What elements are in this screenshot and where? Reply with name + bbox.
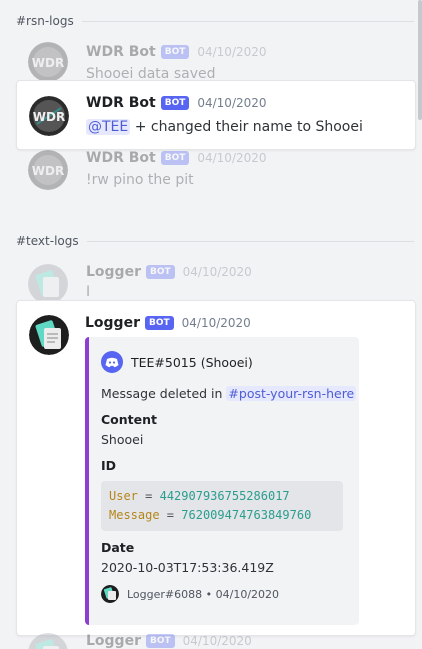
scrollbar[interactable] [418,0,422,120]
message-logger-2[interactable]: Logger BOT 04/10/2020 TEE#5015 (Shooei) … [16,300,416,636]
user-mention[interactable]: @TEE [86,119,131,135]
logger-avatar[interactable] [28,264,68,304]
timestamp: 04/10/2020 [197,45,267,59]
message-content: !rw pino the pit [86,172,194,188]
channel-divider-text-logs: #text-logs [16,234,414,248]
discord-icon [101,351,123,373]
embed-field-id-label: ID [101,458,117,473]
username[interactable]: Logger [86,633,141,649]
timestamp: 04/10/2020 [181,316,251,330]
bot-tag: BOT [160,96,190,110]
svg-text:WDR: WDR [32,56,64,70]
timestamp: 04/10/2020 [197,151,267,165]
embed-author: TEE#5015 (Shooei) [101,351,253,373]
channel-name-label: #rsn-logs [16,14,74,28]
channel-divider-rsn-logs: #rsn-logs [16,14,414,28]
embed-field-content-label: Content [101,412,157,427]
wdr-bot-avatar[interactable]: WDR [29,96,69,136]
message-wdr-2[interactable]: WDR WDR Bot BOT 04/10/2020 @TEE + change… [16,80,416,150]
wdr-bot-avatar[interactable]: WDR [28,42,68,82]
code-key-message: Message [109,508,160,522]
embed-field-content-value: Shooei [101,432,144,447]
message-content: @TEE + changed their name to Shooei [86,119,363,135]
channel-name-label: #text-logs [16,234,79,248]
message-logger-1[interactable]: Logger BOT 04/10/2020 I [16,264,416,304]
svg-text:WDR: WDR [33,110,65,124]
timestamp: 04/10/2020 [197,96,267,110]
code-value-message: 762009474763849760 [181,508,312,522]
channel-mention[interactable]: #post-your-rsn-here [226,386,357,401]
embed-author-name[interactable]: TEE#5015 (Shooei) [131,355,253,370]
embed-field-date-value: 2020-10-03T17:53:36.419Z [101,560,274,575]
bot-tag: BOT [145,265,175,279]
username[interactable]: WDR Bot [86,95,156,111]
embed-field-date-label: Date [101,540,135,555]
bot-tag: BOT [144,316,174,330]
message-wdr-1[interactable]: WDR WDR Bot BOT 04/10/2020 Shooei data s… [16,42,416,82]
timestamp: 04/10/2020 [182,634,252,648]
username[interactable]: Logger [86,264,141,280]
logger-footer-icon [101,585,119,603]
message-logger-3[interactable]: Logger BOT 04/10/2020 [16,633,416,649]
username[interactable]: WDR Bot [86,44,156,60]
divider-line [81,20,414,22]
message-wdr-3[interactable]: WDR WDR Bot BOT 04/10/2020 !rw pino the … [16,150,416,190]
bot-tag: BOT [160,151,190,165]
embed-description-text: Message deleted in [101,386,227,401]
svg-text:WDR: WDR [32,164,64,178]
logger-avatar[interactable] [28,633,68,649]
embed-description: Message deleted in #post-your-rsn-here [101,386,357,401]
embed-code-block: User = 442907936755286017 Message = 7620… [101,481,343,531]
bot-tag: BOT [145,634,175,648]
log-embed: TEE#5015 (Shooei) Message deleted in #po… [85,337,359,625]
message-text: + changed their name to Shooei [130,119,363,135]
logger-avatar[interactable] [29,315,69,355]
embed-footer-text: Logger#6088 • 04/10/2020 [127,587,280,601]
divider-line [86,240,414,242]
username[interactable]: Logger [85,315,140,331]
wdr-bot-avatar[interactable]: WDR [28,150,68,190]
timestamp: 04/10/2020 [182,265,252,279]
code-key-user: User [109,489,138,503]
bot-tag: BOT [160,45,190,59]
code-value-user: 442907936755286017 [159,489,290,503]
username[interactable]: WDR Bot [86,150,156,166]
message-content: I [86,284,91,300]
embed-footer: Logger#6088 • 04/10/2020 [101,585,279,603]
